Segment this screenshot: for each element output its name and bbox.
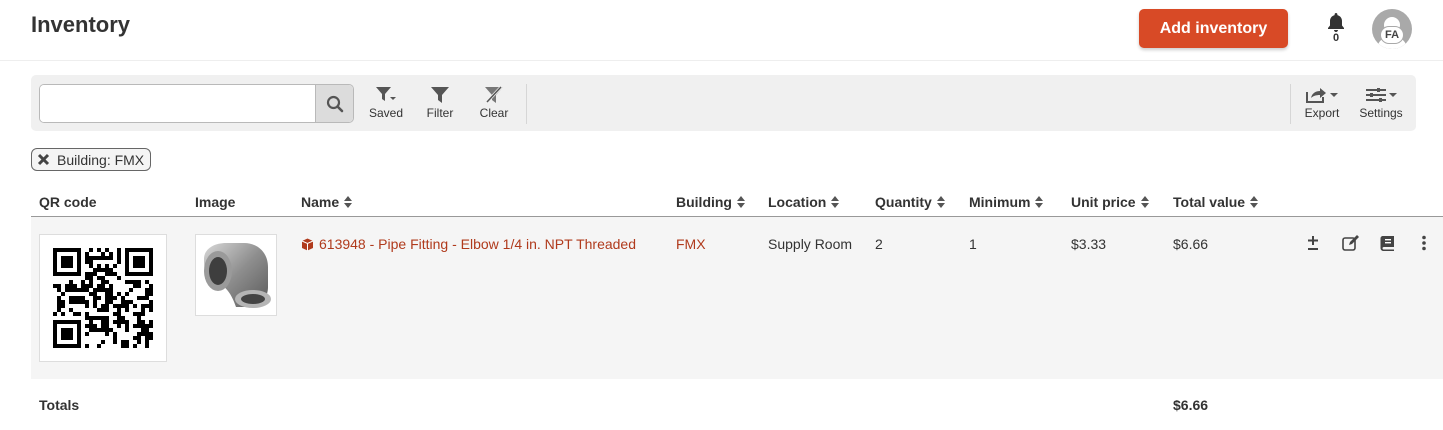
edit-icon [1342,235,1359,251]
edit-button[interactable] [1341,233,1361,253]
settings-label: Settings [1359,106,1403,120]
saved-label: Saved [368,106,404,120]
column-header-quantity[interactable]: Quantity [875,194,945,210]
more-vertical-icon [1422,235,1426,251]
export-icon [1306,88,1338,103]
search-box [39,84,354,123]
toolbar-divider [526,84,527,124]
column-header-image: Image [195,194,236,210]
column-header-location[interactable]: Location [768,194,840,210]
settings-sliders-icon [1366,88,1397,102]
clear-label: Clear [479,106,509,120]
search-button[interactable] [315,85,353,122]
box-icon [301,238,314,250]
column-header-unit-price[interactable]: Unit price [1071,194,1149,210]
more-options-button[interactable] [1414,233,1434,253]
avatar-initials: FA [1380,26,1404,44]
book-icon [1380,236,1394,251]
toolbar-divider [1290,84,1291,124]
saved-filter-icon [376,87,396,101]
notification-count: 0 [1332,32,1340,44]
item-building-link[interactable]: FMX [676,236,706,252]
column-header-minimum[interactable]: Minimum [969,194,1044,210]
clear-button[interactable]: Clear [474,86,514,122]
plus-minus-icon [1308,236,1318,250]
filter-icon [431,87,449,103]
item-name: 613948 - Pipe Fitting - Elbow 1/4 in. NP… [319,236,636,252]
item-image[interactable] [195,234,277,316]
sort-icon [344,196,353,208]
sort-icon [831,196,840,208]
header-divider [0,60,1443,61]
search-input[interactable] [40,85,316,122]
search-icon [326,95,343,112]
export-label: Export [1304,106,1340,120]
sort-icon [737,196,745,208]
history-button[interactable] [1377,233,1397,253]
qr-code[interactable] [39,234,167,362]
totals-label: Totals [39,397,80,413]
adjust-quantity-button[interactable] [1303,233,1323,253]
remove-filter-button[interactable] [35,152,51,168]
pipe-elbow-image [204,243,271,308]
item-quantity: 2 [875,236,883,252]
column-header-name[interactable]: Name [301,194,353,210]
close-icon [37,153,49,166]
item-location: Supply Room [768,236,853,252]
sort-icon [1250,196,1259,208]
totals-value: $6.66 [1173,397,1209,413]
item-name-link[interactable]: 613948 - Pipe Fitting - Elbow 1/4 in. NP… [301,236,636,252]
item-minimum: 1 [969,236,977,252]
saved-button[interactable]: Saved [366,86,406,122]
column-header-qr-code: QR code [39,194,97,210]
page-title: Inventory [31,12,131,37]
sort-icon [1140,196,1149,208]
item-total-value: $6.66 [1173,236,1209,252]
item-unit-price: $3.33 [1071,236,1107,252]
sort-icon [1035,196,1044,208]
clear-filter-icon [484,86,504,104]
filter-chip-label: Building: FMX [57,151,145,168]
column-header-building[interactable]: Building [676,194,745,210]
settings-button[interactable]: Settings [1356,86,1406,122]
add-inventory-button[interactable]: Add inventory [1139,9,1288,48]
filter-chip-building: Building: FMX [31,148,152,171]
filter-button[interactable]: Filter [420,86,460,122]
column-header-total-value[interactable]: Total value [1173,194,1259,210]
sort-icon [936,196,945,208]
qr-code-image [53,248,153,348]
export-button[interactable]: Export [1300,86,1344,122]
filter-label: Filter [426,106,454,120]
